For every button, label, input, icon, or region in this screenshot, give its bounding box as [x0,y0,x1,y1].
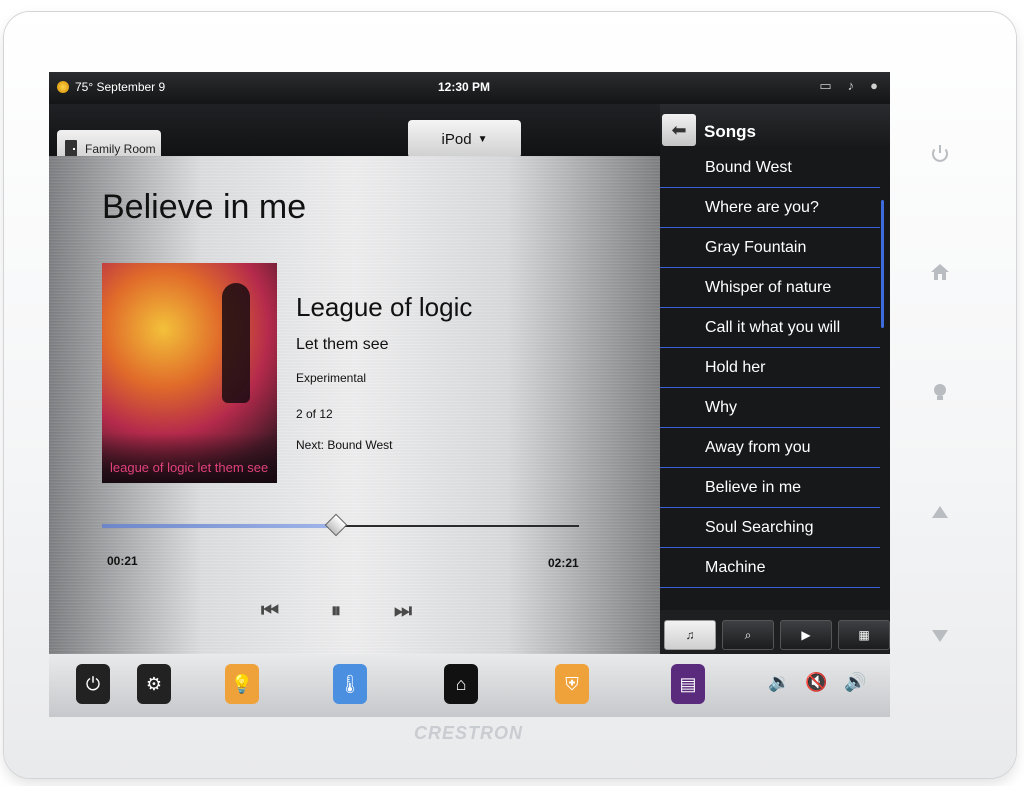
volume-down-icon[interactable]: 🔉 [768,672,790,693]
window-shades-icon[interactable]: ▤ [671,664,705,704]
display-icon[interactable]: ▭ [819,78,831,94]
search-icon[interactable]: ⌕ [722,620,774,650]
lightbulb-icon [934,384,946,400]
source-selector-button[interactable]: iPod ▼ [408,120,521,158]
song-item[interactable]: Hold her [660,348,880,388]
mute-icon[interactable]: 🔇 [805,672,827,693]
total-time: 02:21 [548,556,579,570]
triangle-down-icon [932,630,948,642]
song-list-scrollbar[interactable] [881,200,884,328]
song-item[interactable]: Machine [660,548,880,588]
song-item[interactable]: Whisper of nature [660,268,880,308]
song-item[interactable]: Why [660,388,880,428]
song-item[interactable]: Bound West [660,148,880,188]
status-icons: ▭ ♪ ● [819,78,878,94]
pause-icon[interactable]: ⏸ [321,596,351,626]
hardware-power-button[interactable] [926,140,954,168]
sun-icon [57,81,69,93]
play-icon[interactable]: ▶ [780,620,832,650]
song-item[interactable]: Away from you [660,428,880,468]
song-item[interactable]: Call it what you will [660,308,880,348]
artist-name: League of logic [296,292,473,322]
power-icon[interactable]: ⏻ [76,664,110,704]
lightbulb-icon[interactable]: 💡 [225,664,259,704]
home-icon [931,264,949,280]
next-track: Next: Bound West [296,438,393,452]
hardware-lights-button[interactable] [926,378,954,406]
music-note-icon[interactable]: ♪ [848,78,855,94]
touch-screen: 75° September 9 12:30 PM ▭ ♪ ● Family Ro… [49,72,890,717]
lightbulb-status-icon[interactable]: ● [870,78,878,94]
volume-up-icon[interactable]: 🔊 [844,672,866,693]
room-label: Family Room [85,142,156,156]
brand-logo: CRESTRON [414,723,524,743]
album-art: league of logic let them see [102,263,277,483]
hardware-down-button[interactable] [926,622,954,650]
grid-icon[interactable]: ▦ [838,620,890,650]
album-art-caption: league of logic let them see [110,460,269,475]
genre: Experimental [296,371,367,385]
song-item[interactable]: Gray Fountain [660,228,880,268]
song-item[interactable]: Soul Searching [660,508,880,548]
track-position: 2 of 12 [296,407,333,421]
progress-knob[interactable] [324,513,348,537]
list-toolbar: ♫ ⌕ ▶ ▦ [660,610,890,654]
clock: 12:30 PM [438,80,491,94]
temperature-date: 75° September 9 [75,80,166,94]
source-label: iPod [441,130,472,148]
chevron-down-icon: ▼ [477,133,488,145]
hardware-home-button[interactable] [926,258,954,286]
weather-info: 75° September 9 [57,80,165,94]
music-queue-icon[interactable]: ♫ [664,620,716,650]
song-item[interactable]: Where are you? [660,188,880,228]
bottom-dock: ⏻ ⚙ 💡 🌡 ⌂ ⛨ ▤ 🔉 🔇 🔊 [49,654,890,717]
now-playing-panel: Believe in me league of logic let them s… [49,156,660,654]
status-bar: 75° September 9 12:30 PM ▭ ♪ ● [49,72,890,104]
songs-header: ⬅ Songs [660,104,890,148]
song-item[interactable]: Believe in me [660,468,880,508]
triangle-up-icon [932,506,948,518]
back-arrow-icon[interactable]: ⬅ [662,114,696,146]
skip-previous-icon[interactable]: ⏮ [255,596,285,626]
thermometer-icon[interactable]: 🌡 [333,664,367,704]
elapsed-time: 00:21 [107,554,138,568]
home-icon[interactable]: ⌂ [444,664,478,704]
song-title: Believe in me [102,188,307,226]
album-name: Let them see [296,336,389,353]
power-icon [932,145,948,162]
progress-fill [102,524,336,528]
songs-title: Songs [704,122,756,141]
gear-icon[interactable]: ⚙ [137,664,171,704]
skip-next-icon[interactable]: ⏭ [388,596,418,626]
progress-bar[interactable] [102,513,579,537]
hardware-up-button[interactable] [926,498,954,526]
song-list: Bound West Where are you? Gray Fountain … [660,148,890,610]
shield-icon[interactable]: ⛨ [555,664,589,704]
